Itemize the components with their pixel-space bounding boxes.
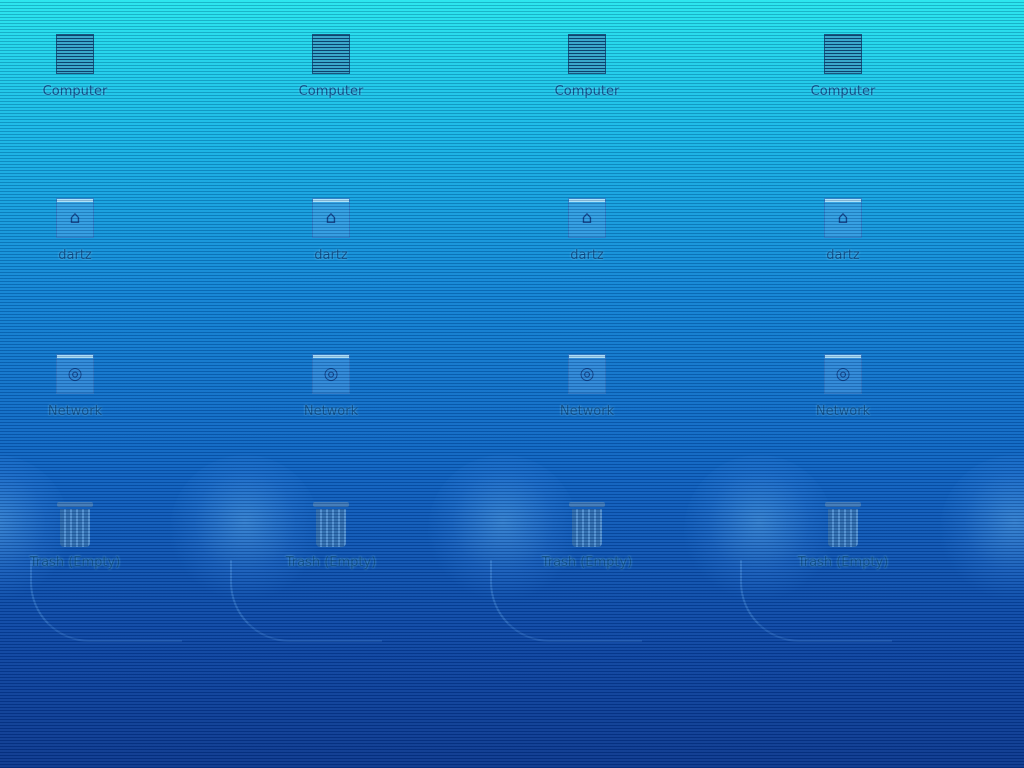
desktop-icon-network[interactable]: ◎ Network [271,352,391,448]
computer-icon [56,34,94,74]
desktop-icon-computer[interactable]: Computer [527,32,647,128]
computer-icon [568,34,606,74]
desktop-icon-network[interactable]: ◎ Network [527,352,647,448]
desktop-icon-network[interactable]: ◎ Network [783,352,903,448]
desktop-icon-computer[interactable]: Computer [783,32,903,128]
icon-label: dartz [826,248,860,263]
network-icon: ◎ [824,354,862,394]
icon-label: Computer [810,84,876,99]
desktop-icon-home[interactable]: ⌂ dartz [527,196,647,292]
icon-label: Computer [554,84,620,99]
wallpaper-circle [940,455,1024,605]
icon-label: Trash (Empty) [29,555,121,570]
trash-icon [313,502,349,548]
icon-label: Trash (Empty) [541,555,633,570]
icon-label: dartz [58,248,92,263]
desktop-icon-computer[interactable]: Computer [15,32,135,128]
desktop-icon-trash[interactable]: Trash (Empty) [527,502,647,599]
network-icon: ◎ [312,354,350,394]
computer-icon [824,34,862,74]
desktop-icon-home[interactable]: ⌂ dartz [15,196,135,292]
icon-label: Network [47,404,103,419]
icon-label: Network [815,404,871,419]
desktop[interactable]: Computer ⌂ dartz ◎ Network Trash (Empty)… [0,0,1024,768]
desktop-icon-trash[interactable]: Trash (Empty) [15,502,135,599]
icon-label: Network [559,404,615,419]
trash-icon [569,502,605,548]
network-icon: ◎ [56,354,94,394]
home-folder-icon: ⌂ [568,198,606,238]
home-folder-icon: ⌂ [56,198,94,238]
desktop-icon-home[interactable]: ⌂ dartz [271,196,391,292]
trash-icon [57,502,93,548]
icon-label: dartz [314,248,348,263]
icon-label: Trash (Empty) [285,555,377,570]
desktop-icon-home[interactable]: ⌂ dartz [783,196,903,292]
icon-label: Computer [298,84,364,99]
home-folder-icon: ⌂ [312,198,350,238]
icon-label: dartz [570,248,604,263]
icon-label: Computer [42,84,108,99]
desktop-icon-computer[interactable]: Computer [271,32,391,128]
icon-label: Network [303,404,359,419]
desktop-icon-trash[interactable]: Trash (Empty) [783,502,903,599]
computer-icon [312,34,350,74]
trash-icon [825,502,861,548]
network-icon: ◎ [568,354,606,394]
home-folder-icon: ⌂ [824,198,862,238]
desktop-icon-trash[interactable]: Trash (Empty) [271,502,391,599]
icon-label: Trash (Empty) [797,555,889,570]
desktop-icon-network[interactable]: ◎ Network [15,352,135,448]
